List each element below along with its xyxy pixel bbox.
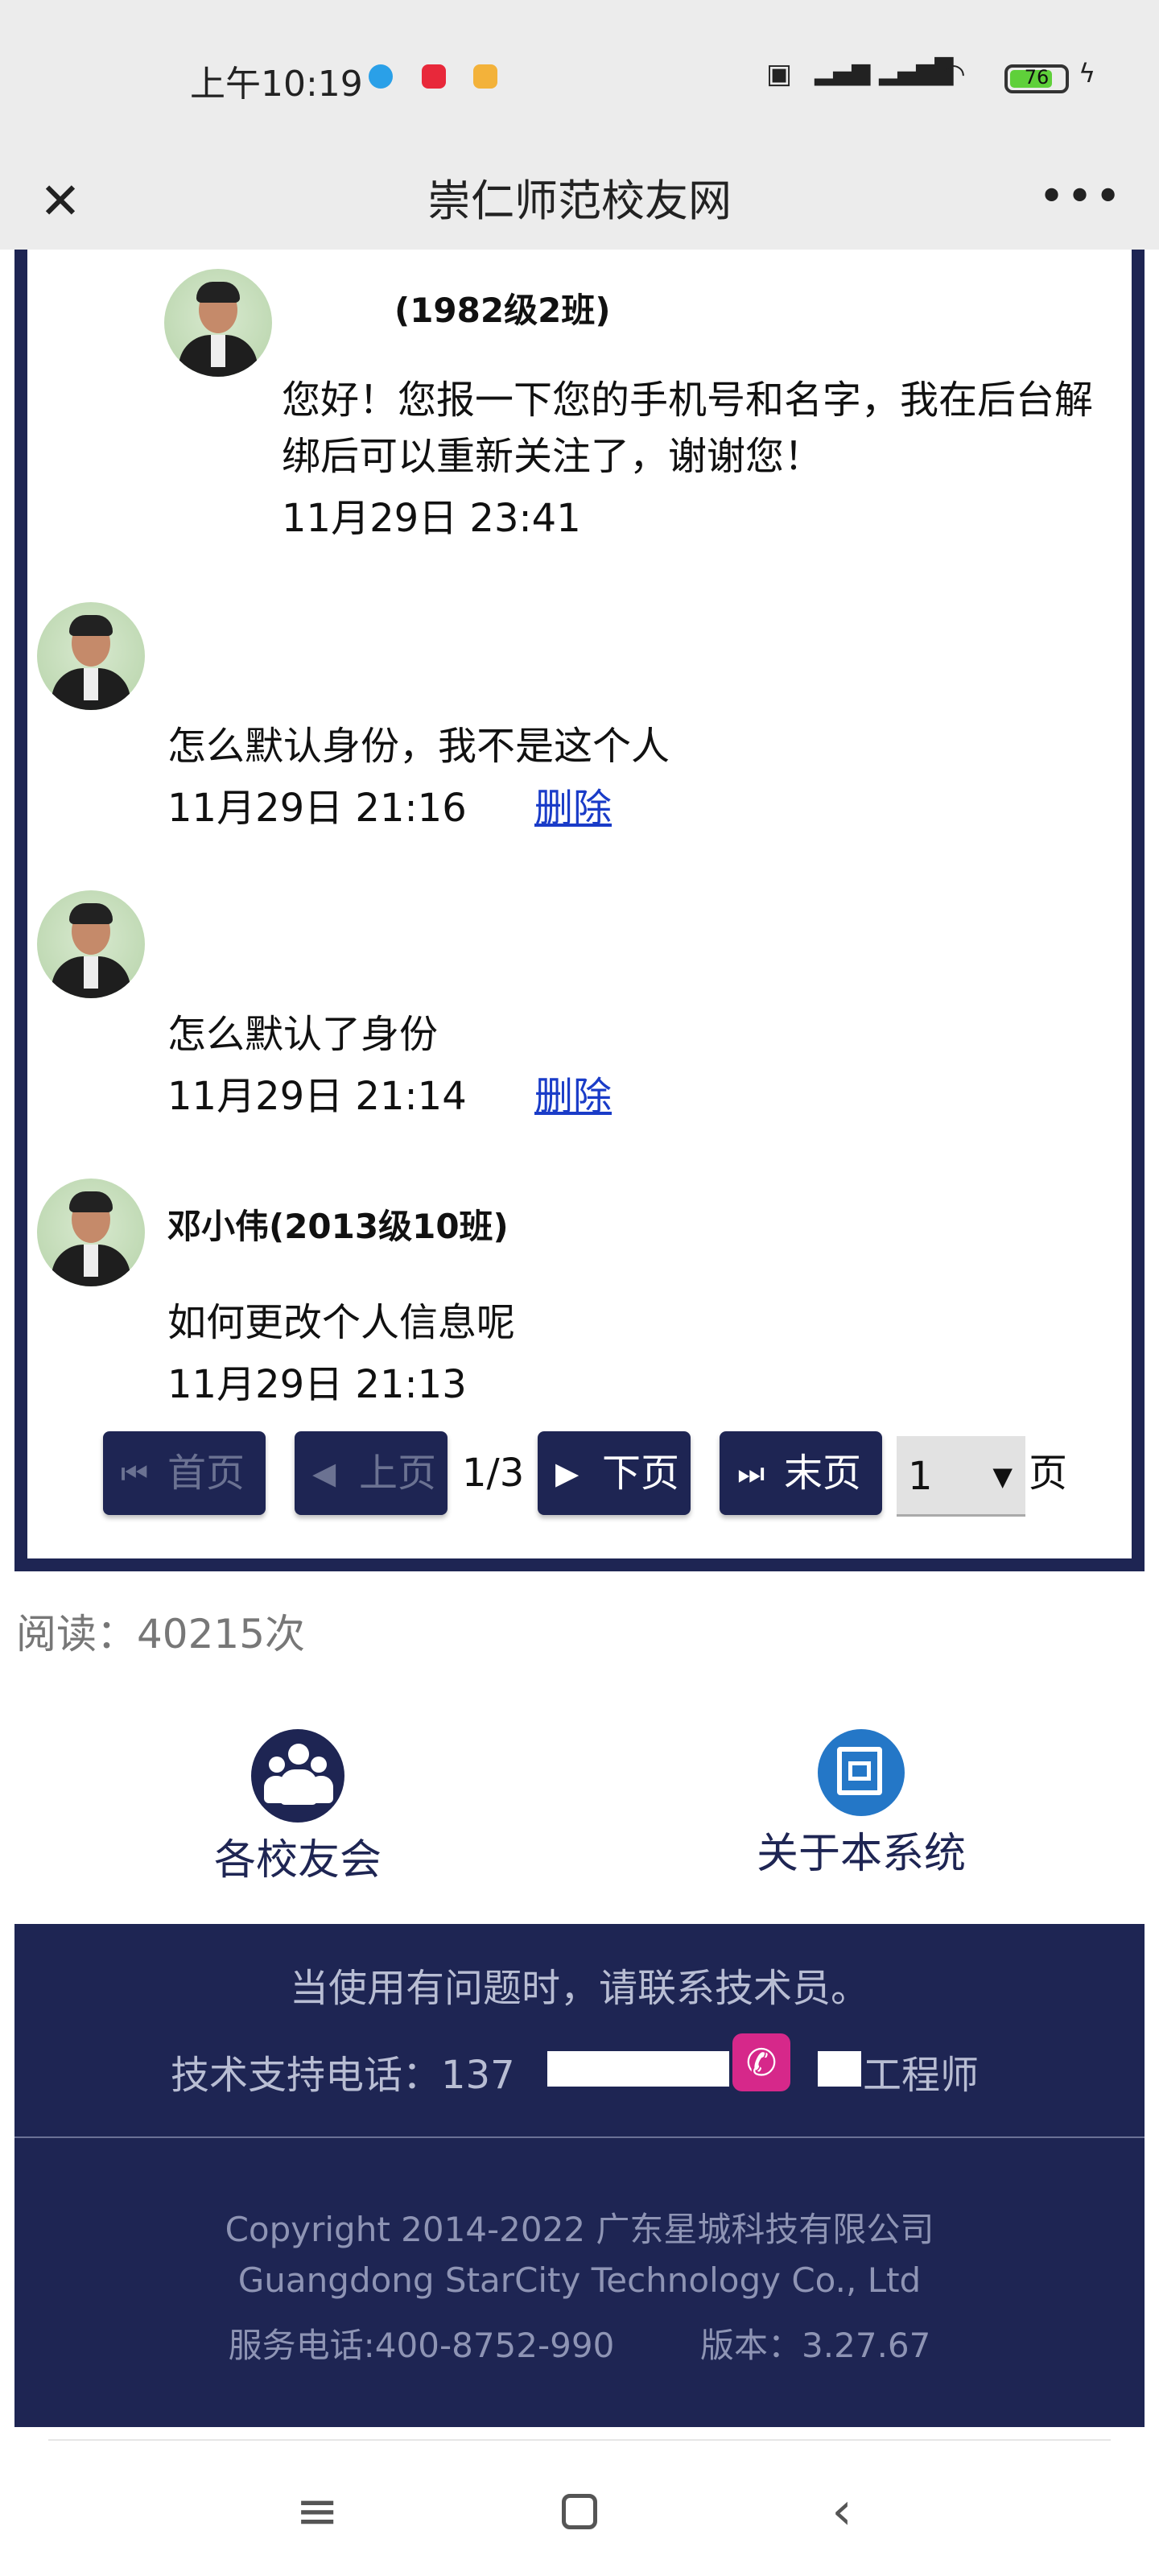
status-time: 上午10:19: [190, 64, 363, 105]
next-page-button[interactable]: ▶ 下页: [538, 1431, 691, 1515]
avatar: [37, 890, 145, 998]
chevron-down-icon: ▼: [992, 1461, 1013, 1492]
last-page-icon: ⏭: [737, 1455, 765, 1491]
first-page-button[interactable]: ⏮ 首页: [103, 1431, 266, 1515]
message-text: 怎么默认身份，我不是这个人: [167, 724, 670, 769]
avatar: [37, 602, 145, 710]
message-author: (1982级2班): [394, 291, 611, 330]
support-engineer: 工程师: [863, 2053, 980, 2098]
redacted-phone: [547, 2051, 729, 2087]
about-system-link[interactable]: 关于本系统: [740, 1729, 982, 1880]
support-phone: 技术支持电话：137: [171, 2053, 515, 2098]
message-time: 11月29日 21:14: [167, 1074, 467, 1119]
version: 版本：3.27.67: [700, 2326, 931, 2365]
close-icon[interactable]: ✕: [32, 153, 89, 250]
title-bar: 崇仁师范校友网 ✕ •••: [0, 153, 1159, 250]
people-icon: [251, 1729, 344, 1823]
company-english-name: Guangdong StarCity Technology Co., Ltd: [237, 2260, 922, 2300]
battery-icon: 76: [1004, 64, 1069, 93]
app-notification-icon: [369, 64, 393, 89]
service-phone: 服务电话:400-8752-990: [228, 2326, 615, 2365]
page-select[interactable]: 1 ▼: [897, 1436, 1025, 1517]
support-notice: 当使用有问题时，请联系技术员。: [289, 1966, 869, 2011]
prev-page-icon: ◀: [312, 1455, 336, 1491]
next-page-icon: ▶: [555, 1455, 580, 1491]
signal-icon: ▂▄▆: [815, 58, 871, 86]
battery-percent: 76: [1024, 66, 1050, 89]
home-icon[interactable]: [539, 2471, 620, 2552]
charging-icon: ϟ: [1079, 58, 1096, 89]
message-author: 邓小伟(2013级10班): [167, 1207, 509, 1246]
menu-icon[interactable]: ≡: [277, 2471, 357, 2552]
message-time: 11月29日 21:16: [167, 786, 467, 831]
copyright-line: Copyright 2014-2022 广东星城科技有限公司: [225, 2210, 934, 2249]
system-nav-bar: ≡ ‹: [0, 2439, 1159, 2576]
message-text: 您好！您报一下您的手机号和名字，我在后台解绑后可以重新关注了，谢谢您！: [282, 378, 1094, 479]
wifi-icon: ◠: [942, 58, 966, 90]
message-text: 如何更改个人信息呢: [167, 1300, 516, 1345]
service-info: 服务电话:400-8752-990 版本：3.27.67: [14, 2318, 1145, 2368]
first-page-icon: ⏮: [121, 1455, 149, 1491]
system-logo-icon: [818, 1729, 905, 1816]
page-unit: 页: [1029, 1451, 1068, 1496]
back-icon[interactable]: ‹: [802, 2471, 882, 2552]
alumni-associations-link[interactable]: 各校友会: [193, 1729, 402, 1886]
divider: [14, 2136, 1145, 2138]
message-notification-icon: [473, 64, 497, 89]
sim-icon: ▣: [766, 58, 793, 90]
page-title: 崇仁师范校友网: [427, 175, 732, 226]
redacted-name: [818, 2051, 861, 2087]
app-notification-icon: [422, 64, 446, 89]
message-time: 11月29日 23:41: [282, 496, 581, 541]
message-text: 怎么默认了身份: [167, 1012, 439, 1057]
last-page-button[interactable]: ⏭ 末页: [720, 1431, 882, 1515]
page-count: 1/3: [462, 1451, 525, 1496]
avatar: [37, 1179, 145, 1286]
delete-link[interactable]: 删除: [534, 776, 612, 832]
delete-link[interactable]: 删除: [534, 1064, 612, 1121]
support-footer: 当使用有问题时，请联系技术员。 技术支持电话：137 ✆ 工程师 Copyrig…: [14, 1924, 1145, 2427]
prev-page-button[interactable]: ◀ 上页: [295, 1431, 448, 1515]
phone-icon[interactable]: ✆: [732, 2033, 790, 2091]
message-time: 11月29日 21:13: [167, 1362, 467, 1407]
status-bar: 上午10:19 ▣ ▂▄▆ ▂▄▆█ ◠ 76 ϟ: [0, 0, 1159, 153]
avatar: [164, 269, 272, 377]
more-icon[interactable]: •••: [1038, 153, 1121, 250]
read-count: 阅读：40215次: [16, 1611, 306, 1657]
